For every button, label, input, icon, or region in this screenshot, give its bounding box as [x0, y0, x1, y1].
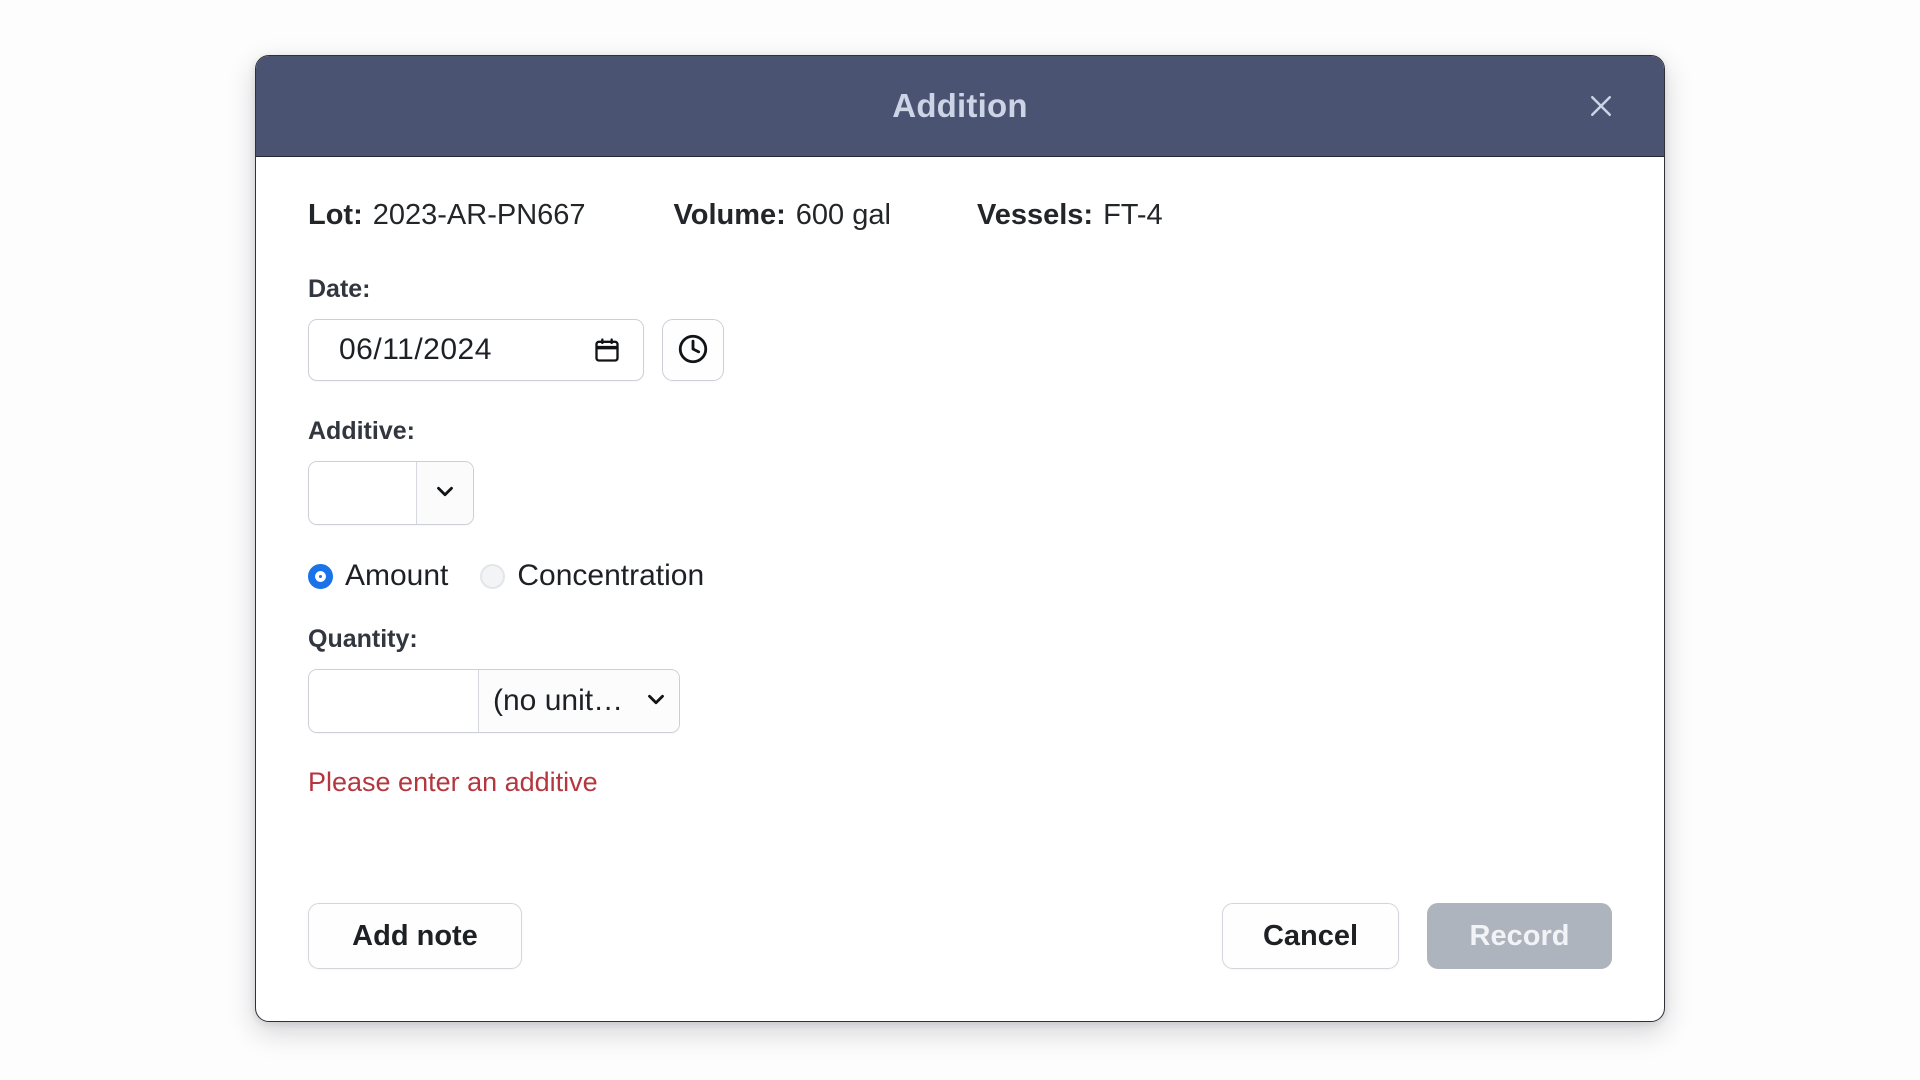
measure-mode-radio-group: Amount Concentration: [308, 559, 1612, 593]
addition-dialog: Addition Lot: 2023-AR-PN667 Volume: 600 …: [255, 55, 1665, 1022]
dialog-footer: Add note Cancel Record: [256, 903, 1664, 1021]
quantity-input[interactable]: [309, 670, 478, 732]
lot-value: 2023-AR-PN667: [372, 199, 586, 231]
vessels-label: Vessels:: [976, 199, 1094, 231]
radio-concentration[interactable]: Concentration: [480, 559, 704, 593]
footer-actions: Cancel Record: [1222, 903, 1612, 969]
radio-amount[interactable]: Amount: [308, 559, 448, 593]
lot-summary-row: Lot: 2023-AR-PN667 Volume: 600 gal Vesse…: [308, 199, 1612, 232]
close-icon: [1586, 91, 1616, 121]
dialog-title: Addition: [892, 87, 1028, 124]
close-button[interactable]: [1580, 85, 1622, 127]
quantity-unit-select[interactable]: (no unit…: [478, 670, 634, 732]
quantity-combobox: (no unit…: [308, 669, 681, 733]
date-input[interactable]: 06/11/2024: [308, 319, 644, 381]
date-input-value: 06/11/2024: [339, 333, 492, 366]
chevron-down-icon: [432, 478, 458, 509]
add-note-button[interactable]: Add note: [308, 903, 522, 969]
vessels-value: FT-4: [1103, 199, 1163, 231]
radio-concentration-label: Concentration: [517, 559, 705, 592]
record-button: Record: [1427, 903, 1612, 969]
volume-value: 600 gal: [795, 199, 891, 231]
set-time-button[interactable]: [662, 319, 724, 381]
additive-combobox[interactable]: [308, 461, 474, 525]
cancel-button[interactable]: Cancel: [1222, 903, 1399, 969]
lot-info: Lot: 2023-AR-PN667: [308, 199, 586, 232]
dialog-body: Lot: 2023-AR-PN667 Volume: 600 gal Vesse…: [256, 157, 1664, 903]
additive-dropdown-button[interactable]: [416, 462, 473, 524]
radio-concentration-indicator[interactable]: [480, 563, 506, 589]
radio-amount-indicator[interactable]: [308, 563, 333, 589]
dialog-header: Addition: [256, 56, 1664, 157]
validation-message: Please enter an additive: [308, 767, 598, 797]
date-row: 06/11/2024: [308, 319, 1612, 381]
clock-icon: [676, 332, 710, 369]
quantity-unit-dropdown-button[interactable]: [633, 670, 680, 732]
additive-row: [308, 461, 1612, 529]
calendar-icon[interactable]: [593, 336, 621, 364]
vessels-info: Vessels: FT-4: [977, 199, 1163, 232]
quantity-label: Quantity:: [308, 625, 418, 653]
chevron-down-icon: [643, 686, 669, 717]
date-label: Date:: [308, 275, 371, 303]
quantity-row: (no unit…: [308, 669, 1612, 737]
lot-label: Lot:: [308, 199, 363, 231]
additive-label: Additive:: [308, 417, 415, 445]
additive-input[interactable]: [309, 462, 416, 524]
volume-info: Volume: 600 gal: [674, 199, 891, 232]
radio-amount-label: Amount: [345, 559, 449, 592]
volume-label: Volume:: [673, 199, 786, 231]
